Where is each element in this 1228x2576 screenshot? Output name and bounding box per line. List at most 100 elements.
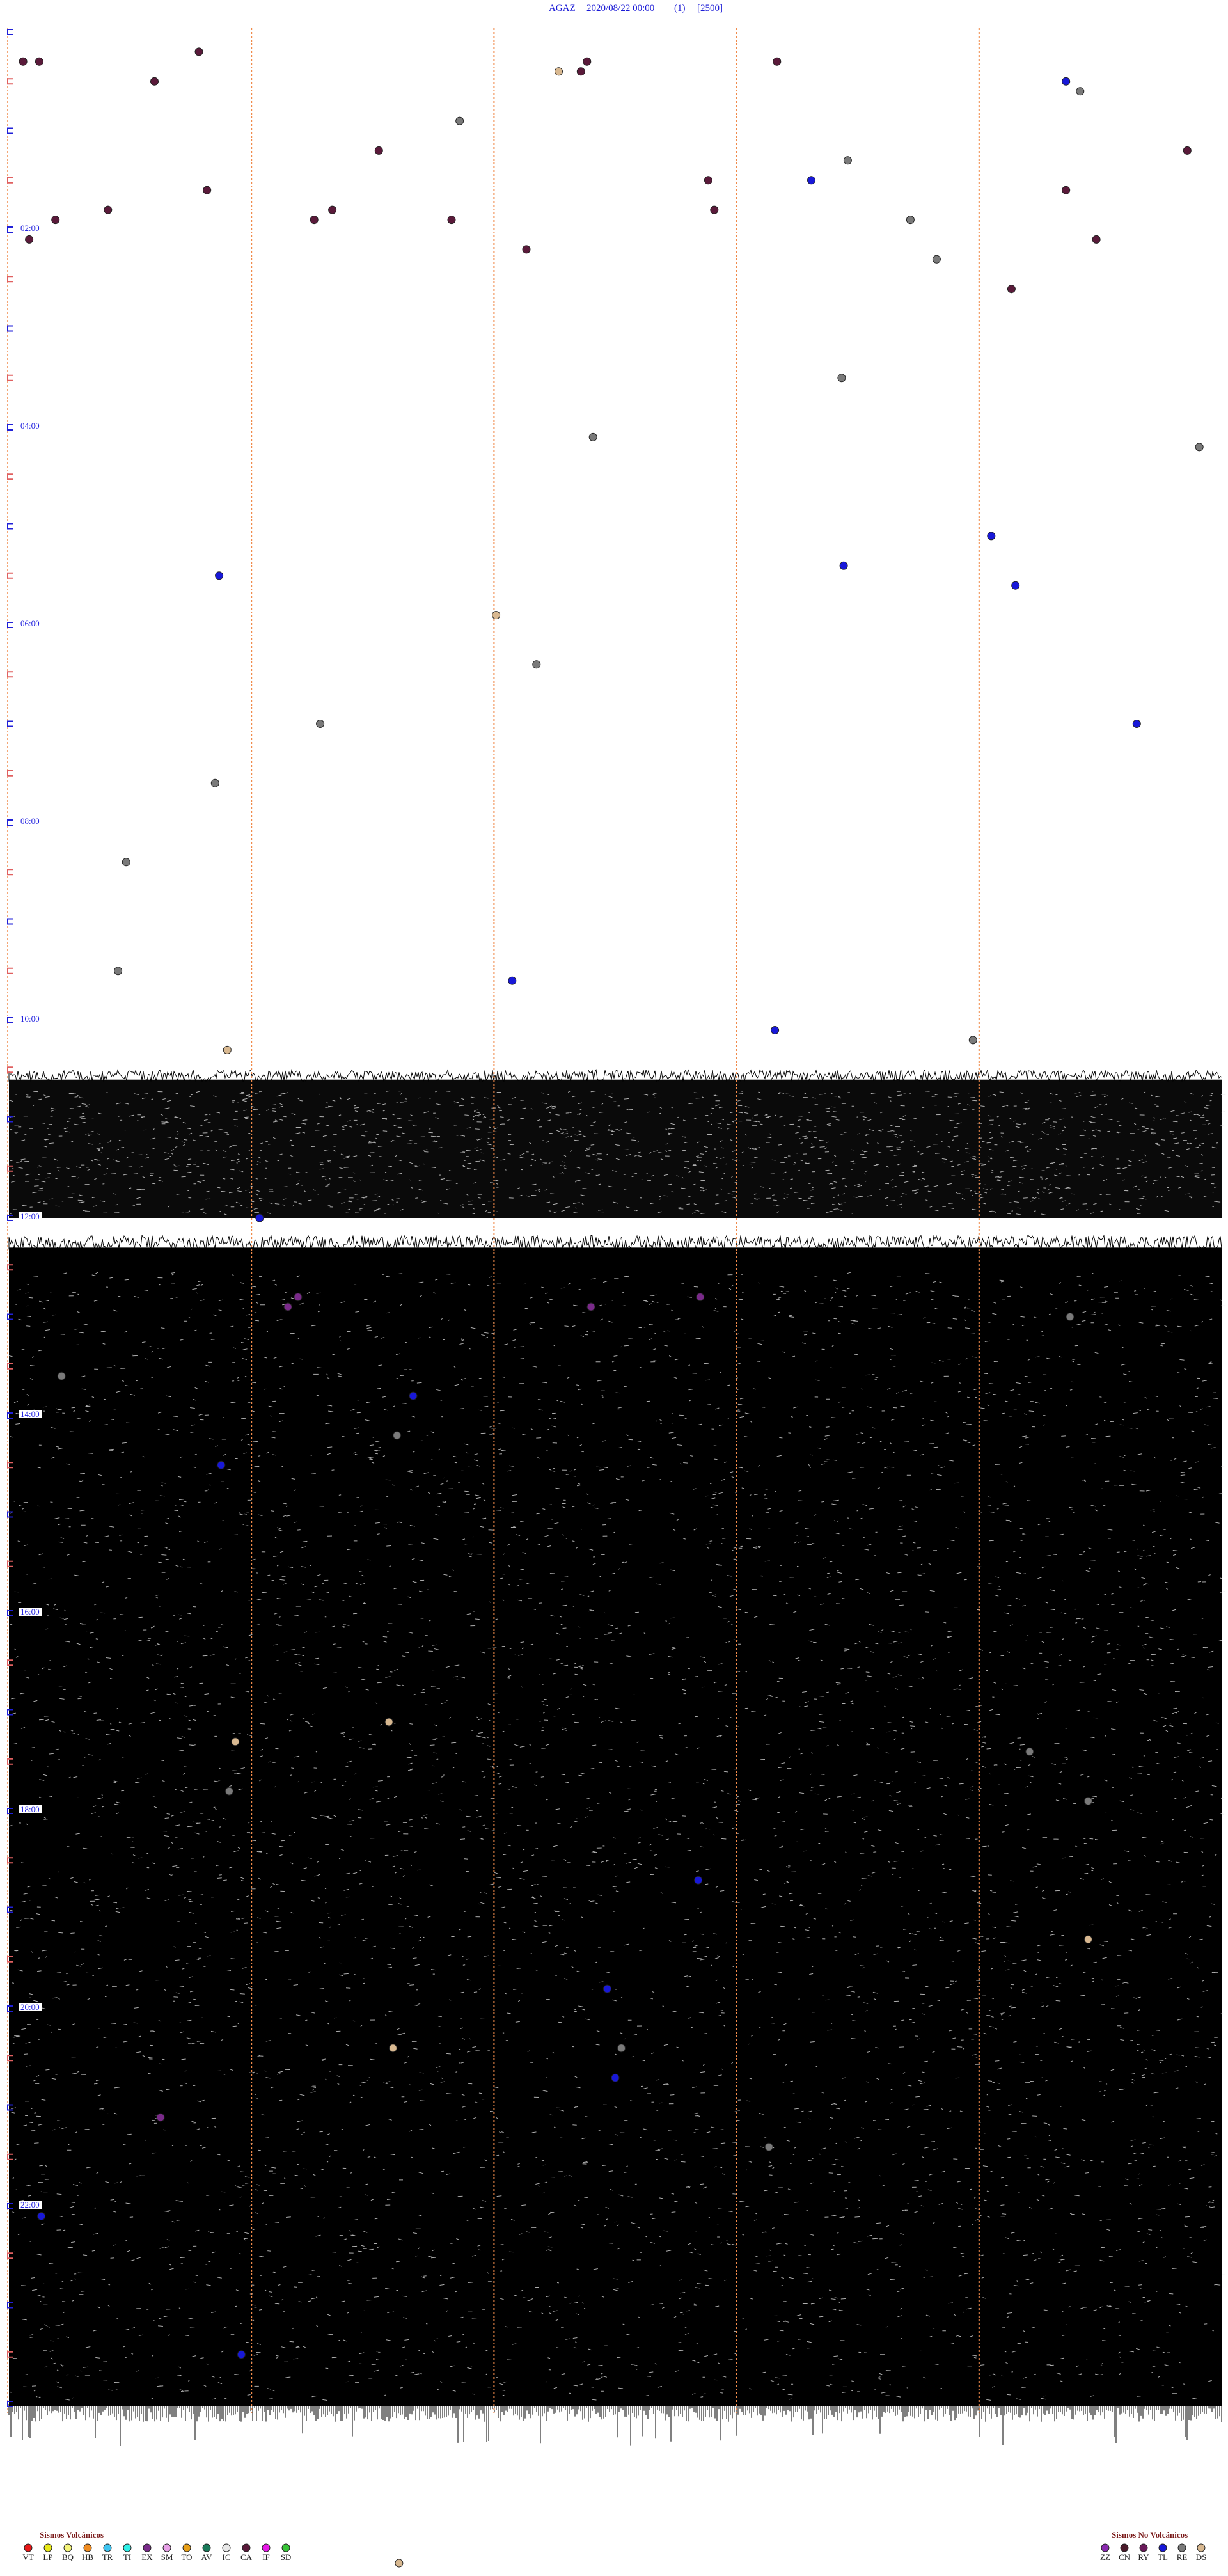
legend-nonvolcanic-title: Sismos No Volcánicos — [1112, 2530, 1188, 2540]
helicorder-page: 02:00 04:00 06:00 08:00 10:00 12:00 14:00 16:00… — [0, 0, 1228, 2576]
half-hour-tick — [7, 374, 13, 381]
legend-swatch-if — [262, 2543, 271, 2552]
noise-bands — [8, 1069, 1226, 2446]
event-point-TL — [807, 176, 815, 185]
hour-tick — [7, 226, 13, 233]
event-point-TL — [1132, 720, 1141, 728]
legend-volcanic-title: Sismos Volcánicos — [40, 2530, 104, 2540]
event-point-CA — [35, 57, 43, 66]
event-point-TL — [237, 2350, 246, 2359]
event-point-CA — [310, 216, 319, 225]
hour-label: 20:00 — [20, 2002, 40, 2012]
legend-swatch-sm — [162, 2543, 171, 2552]
legend-swatch-ex — [143, 2543, 152, 2552]
trace-bottom-tail — [8, 2404, 1222, 2446]
event-point-CA — [576, 67, 585, 76]
event-point-RE — [764, 2142, 773, 2151]
hour-tick — [7, 523, 13, 530]
half-hour-tick — [7, 770, 13, 777]
legend-swatch-lp — [43, 2543, 52, 2552]
event-point-DS — [223, 1045, 232, 1054]
event-point-EX — [156, 2113, 165, 2122]
event-point-CA — [447, 216, 456, 225]
event-point-RE — [532, 660, 541, 669]
event-point-TL — [839, 561, 848, 570]
half-hour-tick — [7, 572, 13, 579]
event-point-TL — [508, 976, 517, 985]
event-point-CA — [773, 57, 782, 66]
hour-label: 18:00 — [20, 1805, 40, 1814]
legend-label-cn: CN — [1119, 2552, 1131, 2562]
title-datetime: 2020/08/22 00:00 — [586, 3, 654, 13]
event-point-TL — [602, 1984, 611, 1993]
event-point-DS — [1083, 1935, 1092, 1944]
event-point-TL — [409, 1391, 418, 1400]
event-point-RE — [837, 374, 846, 383]
noise-edge-heavy — [8, 1234, 1222, 1251]
event-point-RE — [57, 1371, 66, 1380]
event-point-TL — [694, 1876, 703, 1885]
legend-swatch-cn — [1120, 2543, 1129, 2552]
event-point-RE — [1066, 1313, 1074, 1321]
hour-label: 12:00 — [20, 1212, 40, 1221]
legend-swatch-tl — [1158, 2543, 1167, 2552]
legend-swatch-sd — [281, 2543, 290, 2552]
legend-swatch-zz — [1101, 2543, 1110, 2552]
half-hour-tick — [7, 869, 13, 876]
event-point-RE — [906, 216, 915, 225]
half-hour-tick — [7, 473, 13, 480]
event-point-TL — [611, 2073, 620, 2082]
legend-swatch-bq — [63, 2543, 72, 2552]
event-point-EX — [696, 1293, 705, 1302]
event-point-TL — [255, 1213, 264, 1222]
legend-swatch-tr — [103, 2543, 112, 2552]
legend-label-ex: EX — [141, 2552, 153, 2562]
hour-tick — [7, 819, 13, 826]
legend-label-ic: IC — [223, 2552, 231, 2562]
hour-label: 02:00 — [20, 223, 40, 233]
hour-tick — [7, 1017, 13, 1023]
hour-tick — [7, 325, 13, 332]
event-point-CA — [1092, 235, 1101, 244]
event-point-TL — [1062, 77, 1071, 86]
half-hour-tick — [7, 1066, 13, 1073]
event-point-TL — [771, 1026, 780, 1034]
legend-label-ry: RY — [1138, 2552, 1149, 2562]
event-point-CA — [194, 47, 203, 56]
title-scale: [2500] — [697, 3, 723, 13]
event-point-CA — [104, 205, 113, 214]
event-point-CA — [25, 235, 34, 244]
hour-tick — [7, 127, 13, 134]
hour-label: 10:00 — [20, 1014, 40, 1023]
half-hour-tick — [7, 78, 13, 85]
event-point-RE — [455, 116, 464, 125]
legend-label-ca: CA — [240, 2552, 253, 2562]
legend-label-if: IF — [262, 2552, 270, 2562]
event-point-TL — [987, 532, 996, 541]
event-point-CA — [328, 205, 337, 214]
event-point-CA — [150, 77, 159, 86]
event-point-RE — [843, 156, 852, 165]
helicorder-chart: 02:00 04:00 06:00 08:00 10:00 12:00 14:00 16:00… — [7, 3, 1226, 2568]
title-station: AGAZ — [549, 3, 576, 13]
hour-tick — [7, 622, 13, 628]
event-point-RE — [224, 1787, 233, 1796]
event-point-TL — [215, 571, 224, 580]
event-point-TL — [217, 1460, 226, 1469]
hour-tick — [7, 720, 13, 727]
half-hour-tick — [7, 276, 13, 283]
hour-label: 14:00 — [20, 1409, 40, 1419]
legend-label-vt: VT — [22, 2552, 33, 2562]
event-point-RE — [1025, 1747, 1034, 1756]
event-point-DS — [388, 2044, 397, 2053]
legend-swatch-re — [1177, 2543, 1186, 2552]
legend-label-hb: HB — [82, 2552, 93, 2562]
event-point-CA — [51, 216, 60, 225]
event-point-RE — [588, 432, 597, 441]
half-hour-tick — [7, 177, 13, 184]
legend-volcanic-items: VT LP BQ HB TR TI EX SM TO AV IC CA IF SD — [22, 2543, 291, 2562]
half-hour-tick — [7, 967, 13, 974]
event-point-RE — [617, 2044, 626, 2053]
legend-label-av: AV — [201, 2552, 212, 2562]
legend-swatch-ds — [1197, 2543, 1206, 2552]
